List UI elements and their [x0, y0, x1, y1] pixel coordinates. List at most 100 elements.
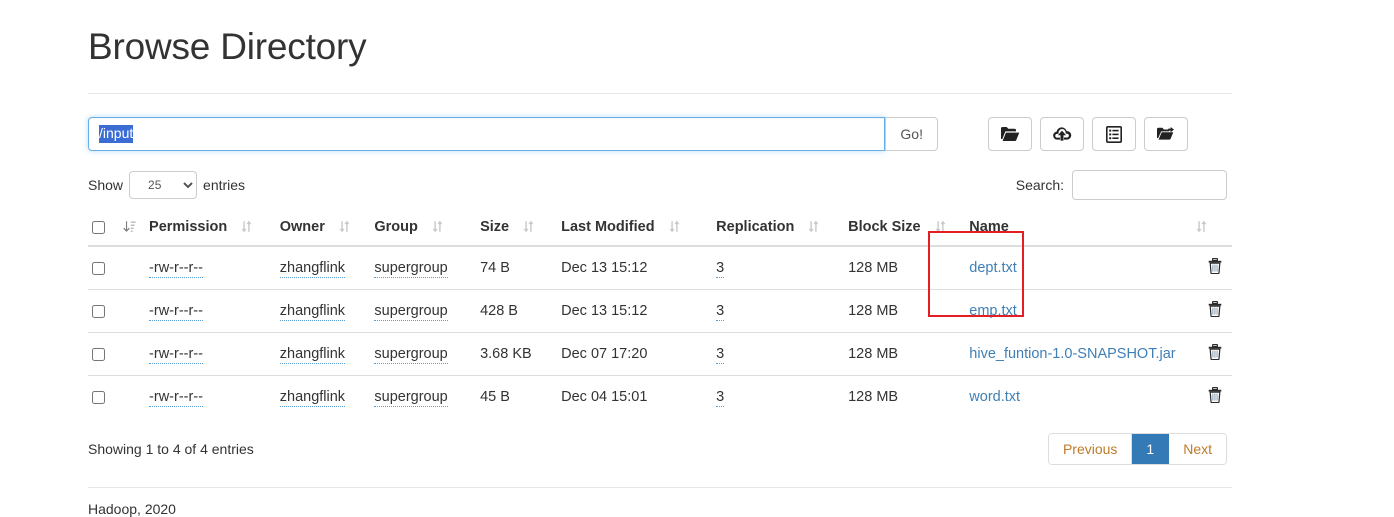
header-sort-default[interactable]: [118, 211, 142, 247]
permission-value[interactable]: -rw-r--r--: [149, 389, 203, 407]
owner-value[interactable]: zhangflink: [279, 389, 346, 407]
group-value[interactable]: supergroup: [374, 260, 448, 278]
cell-actions: [1183, 332, 1232, 376]
replication-value[interactable]: 3: [716, 303, 725, 321]
snapshot-button[interactable]: [1092, 117, 1136, 151]
header-replication[interactable]: Replication: [708, 211, 841, 247]
search-control: Search:: [1016, 170, 1227, 200]
cell-owner: zhangflink: [271, 375, 367, 418]
cell-permission: -rw-r--r--: [141, 375, 272, 418]
header-name-label: Name: [969, 219, 1009, 235]
cell-last-modified: Dec 13 15:12: [553, 289, 709, 333]
search-input[interactable]: [1072, 170, 1227, 200]
trash-icon: [1208, 258, 1222, 277]
table-footer-row: Showing 1 to 4 of 4 entries Previous 1 N…: [88, 433, 1232, 465]
file-name-link[interactable]: word.txt: [969, 389, 1020, 405]
cell-actions: [1183, 289, 1232, 333]
cell-block-size: 128 MB: [840, 332, 962, 376]
cell-group: supergroup: [366, 332, 473, 376]
replication-value[interactable]: 3: [716, 346, 725, 364]
show-label: Show: [88, 177, 124, 193]
cell-permission: -rw-r--r--: [141, 332, 272, 376]
cell-owner: zhangflink: [271, 332, 367, 376]
replication-value[interactable]: 3: [716, 389, 725, 407]
header-owner[interactable]: Owner: [271, 211, 367, 247]
cell-name: dept.txt: [961, 246, 1183, 290]
entries-length-control: Show 25 entries: [88, 171, 245, 199]
path-input[interactable]: /input: [88, 117, 886, 151]
upload-cloud-icon: [1052, 126, 1072, 142]
owner-value[interactable]: zhangflink: [279, 303, 346, 321]
delete-file-button[interactable]: [1208, 344, 1222, 363]
sort-icon: [339, 219, 350, 234]
entries-label: entries: [203, 177, 246, 193]
row-checkbox[interactable]: [92, 347, 105, 361]
cell-size: 428 B: [472, 289, 554, 333]
create-directory-button[interactable]: [988, 117, 1032, 151]
cell-owner: zhangflink: [272, 246, 367, 290]
row-select-cell: [88, 332, 119, 376]
cell-group: supergroup: [366, 289, 473, 333]
header-permission-label: Permission: [149, 219, 228, 235]
row-spacer-cell: [119, 246, 142, 290]
row-checkbox[interactable]: [92, 261, 105, 275]
cell-actions: [1183, 375, 1232, 418]
header-size[interactable]: Size: [472, 211, 554, 247]
table-controls-row: Show 25 entries Search:: [88, 169, 1232, 201]
header-actions[interactable]: [1183, 211, 1232, 247]
permission-value[interactable]: -rw-r--r--: [149, 260, 203, 278]
trash-icon: [1208, 387, 1222, 406]
group-value[interactable]: supergroup: [374, 303, 448, 321]
row-spacer-cell: [118, 332, 142, 376]
file-name-link[interactable]: dept.txt: [969, 260, 1017, 276]
header-size-label: Size: [480, 219, 510, 235]
pagination-previous[interactable]: Previous: [1048, 434, 1133, 464]
folder-open-icon: [1000, 126, 1020, 142]
row-checkbox[interactable]: [92, 304, 105, 318]
group-value[interactable]: supergroup: [374, 389, 448, 407]
select-all-checkbox[interactable]: [92, 220, 105, 234]
cell-actions: [1184, 246, 1232, 290]
cut-paste-button[interactable]: [1144, 117, 1188, 151]
group-value[interactable]: supergroup: [374, 346, 448, 364]
path-input-value: /input: [99, 125, 134, 143]
trash-icon: [1208, 344, 1222, 363]
replication-value[interactable]: 3: [716, 260, 725, 278]
permission-value[interactable]: -rw-r--r--: [149, 303, 203, 321]
owner-value[interactable]: zhangflink: [279, 346, 346, 364]
file-name-link[interactable]: emp.txt: [969, 303, 1017, 319]
row-spacer-cell: [118, 375, 142, 418]
header-replication-label: Replication: [716, 219, 795, 235]
page-title: Browse Directory: [88, 26, 367, 67]
sort-icon: [669, 219, 680, 234]
cell-block-size: 128 MB: [848, 260, 899, 276]
go-button[interactable]: Go!: [885, 117, 938, 151]
cell-name: hive_funtion-1.0-SNAPSHOT.jar: [961, 332, 1184, 376]
permission-value[interactable]: -rw-r--r--: [149, 346, 203, 364]
upload-files-button[interactable]: [1040, 117, 1084, 151]
cell-name: word.txt: [961, 375, 1184, 418]
pagination-next[interactable]: Next: [1169, 434, 1226, 464]
header-group[interactable]: Group: [366, 211, 473, 247]
header-last-modified[interactable]: Last Modified: [553, 211, 709, 247]
row-checkbox[interactable]: [92, 390, 105, 404]
content-container: Browse Directory /input Go! Show 25 entr…: [88, 0, 1232, 517]
cell-last-modified: Dec 13 15:12: [561, 260, 648, 276]
delete-file-button[interactable]: [1208, 258, 1222, 277]
entries-select[interactable]: 25: [129, 171, 198, 199]
header-name[interactable]: Name: [961, 211, 1184, 247]
pagination-page-1[interactable]: 1: [1132, 434, 1170, 464]
header-block-size[interactable]: Block Size: [840, 211, 962, 247]
delete-file-button[interactable]: [1208, 301, 1222, 320]
file-name-link[interactable]: hive_funtion-1.0-SNAPSHOT.jar: [969, 346, 1175, 362]
cell-name: emp.txt: [961, 289, 1184, 333]
header-last-modified-label: Last Modified: [561, 219, 655, 235]
header-permission[interactable]: Permission: [141, 211, 272, 247]
row-select-cell: [88, 375, 119, 418]
trash-icon: [1208, 301, 1222, 320]
table-info: Showing 1 to 4 of 4 entries: [88, 441, 254, 457]
delete-file-button[interactable]: [1208, 387, 1222, 406]
sort-icon: [432, 219, 443, 234]
cell-last-modified: Dec 04 15:01: [553, 375, 709, 418]
owner-value[interactable]: zhangflink: [279, 260, 346, 278]
